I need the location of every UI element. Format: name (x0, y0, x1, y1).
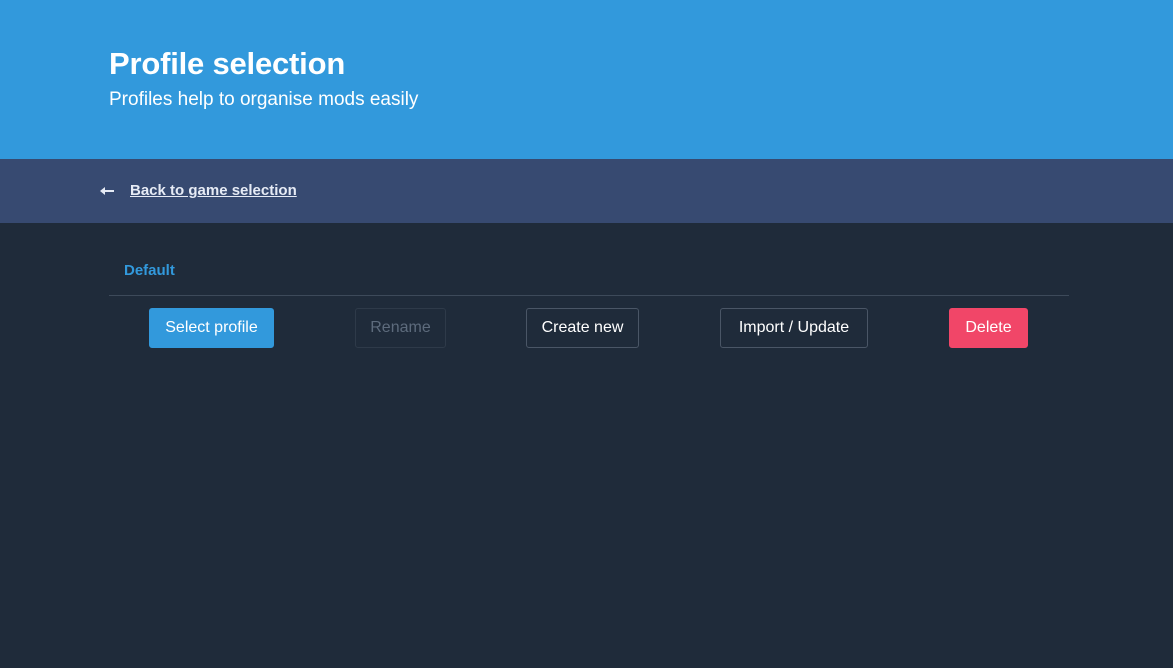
import-update-button[interactable]: Import / Update (720, 308, 868, 348)
arrow-left-icon (99, 183, 115, 199)
page-subtitle: Profiles help to organise mods easily (109, 89, 419, 110)
select-profile-button[interactable]: Select profile (149, 308, 274, 348)
profile-panel: Default Select profile Rename Create new… (0, 223, 1173, 668)
rename-button[interactable]: Rename (355, 308, 446, 348)
page-title: Profile selection (109, 46, 346, 81)
create-new-button[interactable]: Create new (526, 308, 639, 348)
profile-item-default[interactable]: Default (124, 261, 175, 281)
divider (109, 295, 1069, 296)
navigation-bar: Back to game selection (0, 159, 1173, 223)
hero-header: Profile selection Profiles help to organ… (0, 0, 1173, 159)
delete-button[interactable]: Delete (949, 308, 1028, 348)
back-to-game-selection-link[interactable]: Back to game selection (99, 181, 297, 201)
back-link-label: Back to game selection (130, 182, 297, 199)
